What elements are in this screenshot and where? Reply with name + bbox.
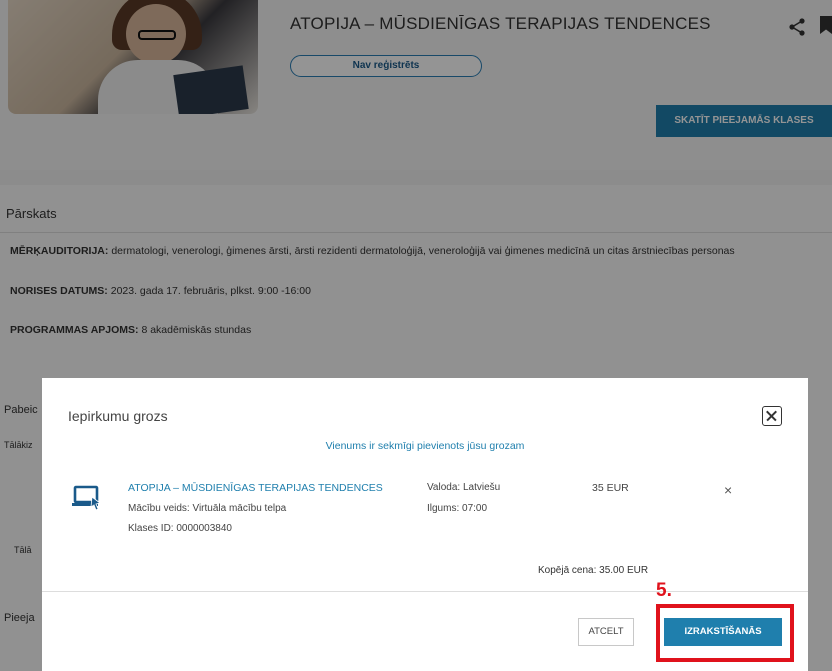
cart-item-language: Valoda: Latviešu — [427, 482, 501, 493]
cart-total: Kopējā cena: 35.00 EUR — [538, 565, 649, 576]
cart-item-price: 35 EUR — [592, 482, 629, 494]
modal-title: Iepirkumu grozs — [68, 408, 168, 424]
cart-item-name[interactable]: ATOPIJA – MŪSDIENĪGAS TERAPIJAS TENDENCE… — [128, 482, 383, 494]
divider — [42, 591, 808, 592]
cart-item-class-id: Klases ID: 0000003840 — [128, 523, 232, 534]
step-number-annotation: 5. — [656, 580, 672, 601]
cart-item-duration: Ilgums: 07:00 — [427, 503, 488, 514]
laptop-icon — [72, 485, 101, 511]
success-message: Vienums ir sekmīgi pievienots jūsu groza… — [325, 440, 525, 452]
cart-item-type: Mācību veids: Virtuāla mācību telpa — [128, 503, 287, 514]
remove-item-icon[interactable]: × — [724, 482, 732, 498]
close-icon[interactable] — [762, 406, 782, 426]
highlight-box-annotation — [656, 604, 794, 662]
cancel-button[interactable]: ATCELT — [578, 618, 634, 646]
